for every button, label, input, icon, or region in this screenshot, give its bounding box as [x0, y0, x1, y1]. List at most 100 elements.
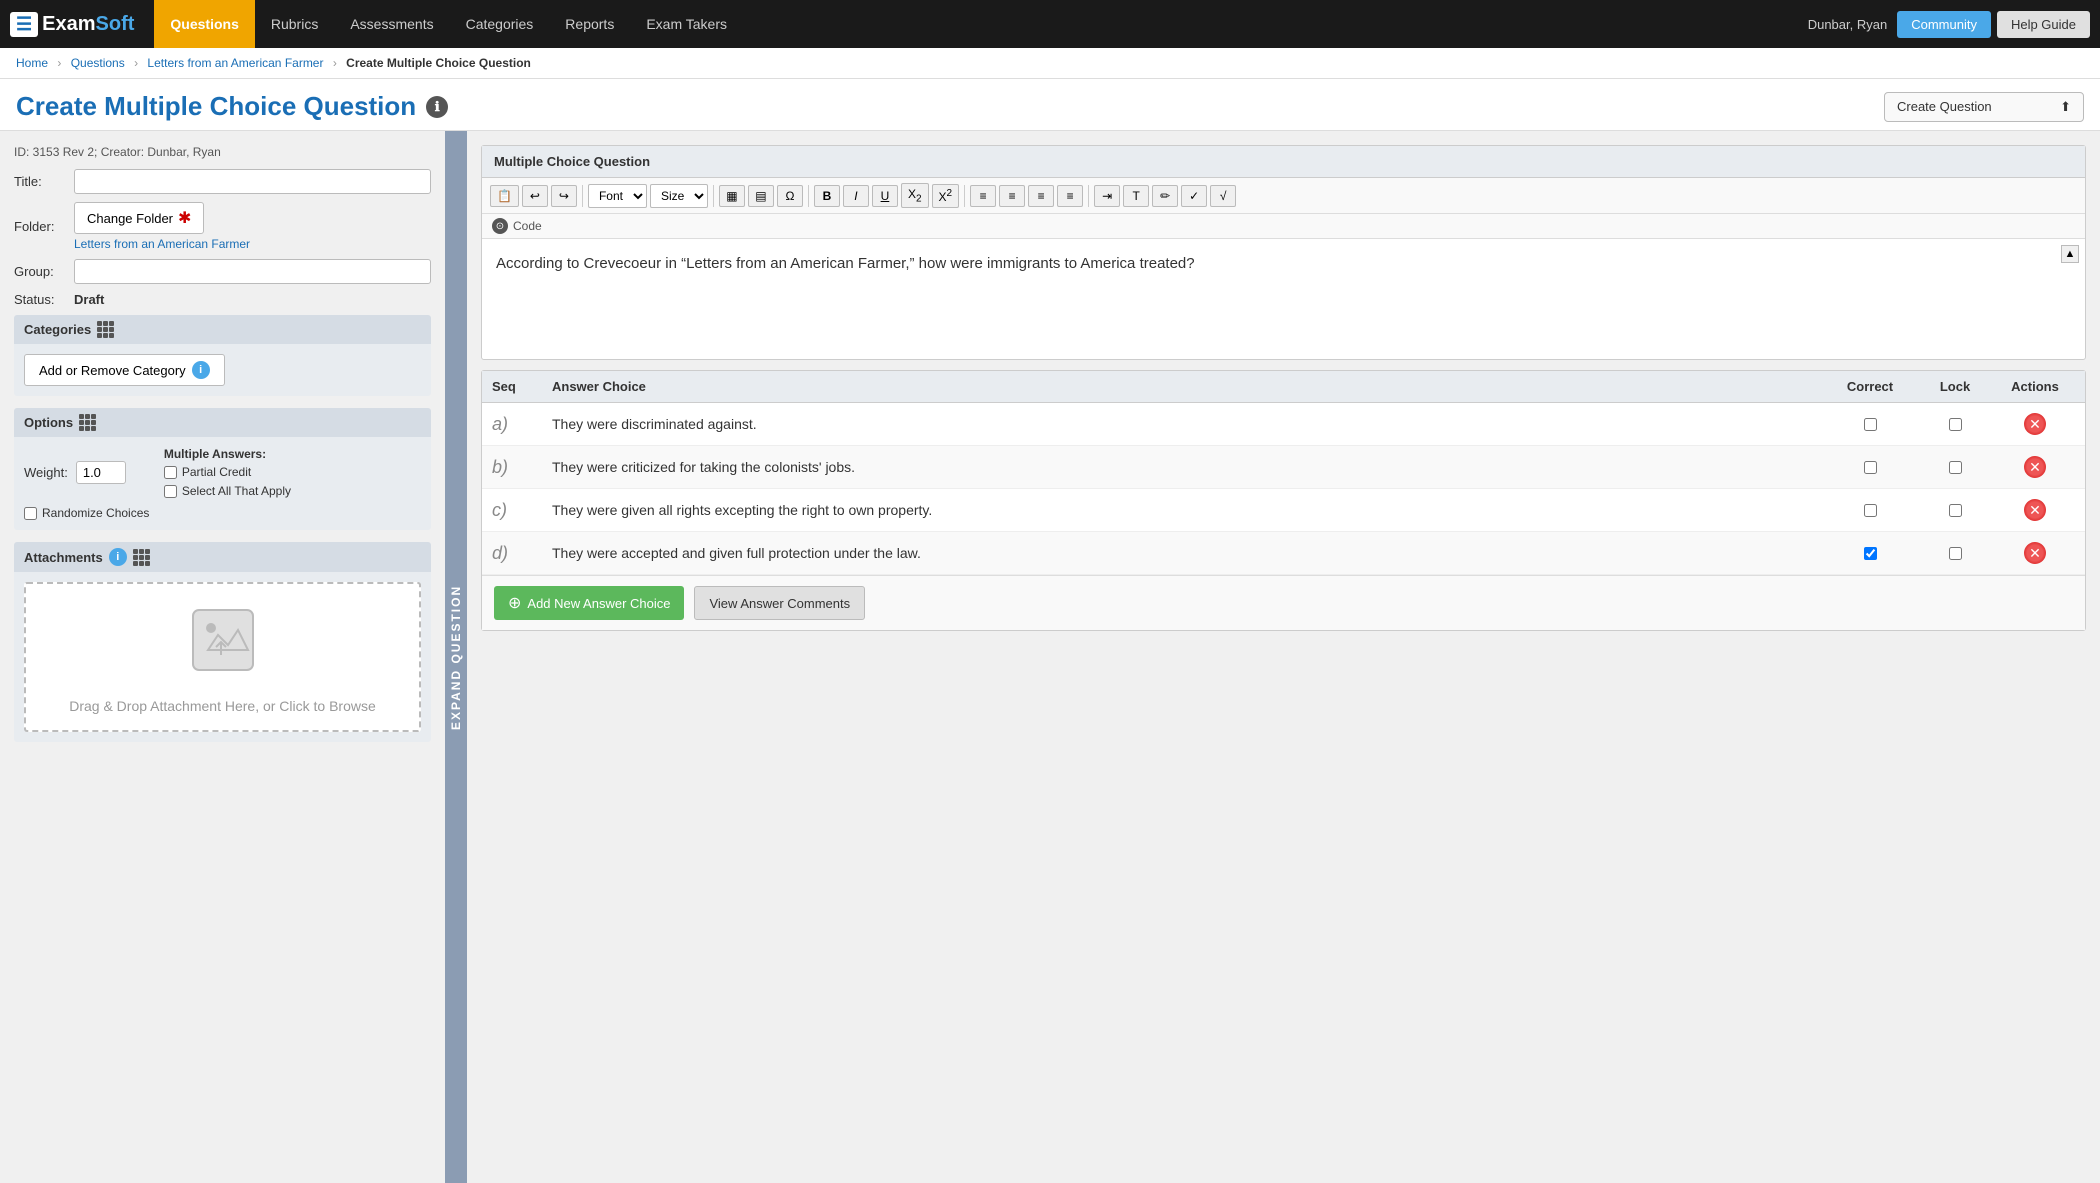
- categories-section: Categories Add or Remove Category i: [14, 315, 431, 396]
- select-all-row[interactable]: Select All That Apply: [164, 484, 291, 498]
- text-d: They were accepted and given full protec…: [552, 545, 1825, 561]
- required-asterisk: ✱: [178, 208, 191, 228]
- attachments-section: Attachments i: [14, 542, 431, 742]
- toolbar-undo-btn[interactable]: ↩: [522, 185, 548, 207]
- remove-btn-a[interactable]: ✕: [2024, 413, 2046, 435]
- change-folder-button[interactable]: Change Folder ✱: [74, 202, 204, 234]
- code-label: Code: [513, 219, 542, 233]
- folder-link[interactable]: Letters from an American Farmer: [74, 237, 250, 251]
- id-info: ID: 3153 Rev 2; Creator: Dunbar, Ryan: [14, 145, 431, 159]
- options-body: Weight: Multiple Answers: Partial Credit…: [14, 437, 431, 530]
- randomize-checkbox[interactable]: [24, 507, 37, 520]
- editor-scroll-btn[interactable]: ▲: [2061, 245, 2079, 263]
- toolbar-formula-btn[interactable]: √: [1210, 185, 1236, 207]
- nav-reports[interactable]: Reports: [549, 0, 630, 48]
- status-row: Status: Draft: [14, 292, 431, 307]
- expand-tab[interactable]: EXPAND QUESTION: [445, 131, 467, 1183]
- remove-btn-d[interactable]: ✕: [2024, 542, 2046, 564]
- add-answer-button[interactable]: ⊕ Add New Answer Choice: [494, 586, 684, 620]
- drop-zone[interactable]: Drag & Drop Attachment Here, or Click to…: [24, 582, 421, 732]
- breadcrumb-folder[interactable]: Letters from an American Farmer: [147, 56, 323, 70]
- text-c: They were given all rights excepting the…: [552, 502, 1825, 518]
- nav-exam-takers[interactable]: Exam Takers: [630, 0, 743, 48]
- toolbar-check-btn[interactable]: ✓: [1181, 185, 1207, 207]
- folder-label: Folder:: [14, 219, 74, 234]
- options-header: Options: [14, 408, 431, 437]
- view-comments-button[interactable]: View Answer Comments: [694, 586, 865, 620]
- lock-checkbox-a[interactable]: [1949, 418, 1962, 431]
- toolbar-erase-btn[interactable]: ✏: [1152, 185, 1178, 207]
- title-row: Title:: [14, 169, 431, 194]
- correct-d: [1825, 547, 1915, 560]
- group-input[interactable]: [74, 259, 431, 284]
- answer-row-b: b) They were criticized for taking the c…: [482, 446, 2085, 489]
- toolbar-left-btn[interactable]: ≡: [999, 185, 1025, 207]
- toolbar-copy-btn[interactable]: 📋: [490, 185, 519, 207]
- checkbox-group: Partial Credit Select All That Apply: [164, 465, 291, 498]
- toolbar-center-btn[interactable]: ≡: [1028, 185, 1054, 207]
- create-question-dropdown[interactable]: Create Question ⬆: [1884, 92, 2084, 122]
- randomize-row[interactable]: Randomize Choices: [24, 506, 421, 520]
- toolbar-color-btn[interactable]: T: [1123, 185, 1149, 207]
- lock-checkbox-b[interactable]: [1949, 461, 1962, 474]
- options-grid-icon: [79, 414, 96, 431]
- seq-a: a): [492, 414, 552, 435]
- lock-checkbox-c[interactable]: [1949, 504, 1962, 517]
- toolbar-table-btn[interactable]: ▦: [719, 185, 745, 207]
- left-panel: ID: 3153 Rev 2; Creator: Dunbar, Ryan Ti…: [0, 131, 445, 1183]
- page-info-icon[interactable]: ℹ: [426, 96, 448, 118]
- title-input[interactable]: [74, 169, 431, 194]
- size-select[interactable]: Size: [650, 184, 708, 208]
- breadcrumb-home[interactable]: Home: [16, 56, 48, 70]
- toolbar-ul-btn[interactable]: ≡: [970, 185, 996, 207]
- toolbar-sub-btn[interactable]: X2: [901, 183, 929, 208]
- answer-row-a: a) They were discriminated against. ✕: [482, 403, 2085, 446]
- drop-zone-icon: [183, 600, 263, 692]
- editor-content[interactable]: ▲ According to Crevecoeur in “Letters fr…: [482, 239, 2085, 359]
- partial-credit-row[interactable]: Partial Credit: [164, 465, 291, 479]
- correct-checkbox-d[interactable]: [1864, 547, 1877, 560]
- help-guide-button[interactable]: Help Guide: [1997, 11, 2090, 38]
- lock-c: [1915, 504, 1995, 517]
- remove-btn-b[interactable]: ✕: [2024, 456, 2046, 478]
- right-panel: Multiple Choice Question 📋 ↩ ↪ Font Size…: [467, 131, 2100, 1183]
- answer-row-d: d) They were accepted and given full pro…: [482, 532, 2085, 575]
- toolbar-indent-btn[interactable]: ⇥: [1094, 185, 1120, 207]
- correct-checkbox-a[interactable]: [1864, 418, 1877, 431]
- toolbar-underline-btn[interactable]: U: [872, 185, 898, 207]
- toolbar-right-btn[interactable]: ≡: [1057, 185, 1083, 207]
- toolbar-omega-btn[interactable]: Ω: [777, 185, 803, 207]
- folder-row: Folder: Change Folder ✱ Letters from an …: [14, 202, 431, 251]
- nav-assessments[interactable]: Assessments: [334, 0, 449, 48]
- toolbar-redo-btn[interactable]: ↪: [551, 185, 577, 207]
- logo-box: ☰: [10, 12, 38, 37]
- correct-checkbox-c[interactable]: [1864, 504, 1877, 517]
- remove-btn-c[interactable]: ✕: [2024, 499, 2046, 521]
- toolbar-bold-btn[interactable]: B: [814, 185, 840, 207]
- select-all-checkbox[interactable]: [164, 485, 177, 498]
- lock-checkbox-d[interactable]: [1949, 547, 1962, 560]
- weight-input[interactable]: [76, 461, 126, 484]
- dropdown-arrow-icon: ⬆: [2060, 99, 2071, 115]
- breadcrumb-current: Create Multiple Choice Question: [346, 56, 531, 70]
- nav-questions[interactable]: Questions: [154, 0, 254, 48]
- toolbar-italic-btn[interactable]: I: [843, 185, 869, 207]
- col-lock: Lock: [1915, 379, 1995, 394]
- editor-toolbar: 📋 ↩ ↪ Font Size ▦ ▤ Ω B I U X2 X2: [482, 178, 2085, 214]
- breadcrumb-questions[interactable]: Questions: [71, 56, 125, 70]
- toolbar-sup-btn[interactable]: X2: [932, 184, 960, 208]
- logo: ☰ ExamSoft: [10, 12, 134, 37]
- add-remove-category-button[interactable]: Add or Remove Category i: [24, 354, 225, 386]
- correct-checkbox-b[interactable]: [1864, 461, 1877, 474]
- category-info-icon: i: [192, 361, 210, 379]
- text-b: They were criticized for taking the colo…: [552, 459, 1825, 475]
- breadcrumb: Home › Questions › Letters from an Ameri…: [0, 48, 2100, 79]
- nav-categories[interactable]: Categories: [450, 0, 550, 48]
- toolbar-table2-btn[interactable]: ▤: [748, 185, 774, 207]
- nav-rubrics[interactable]: Rubrics: [255, 0, 334, 48]
- partial-credit-checkbox[interactable]: [164, 466, 177, 479]
- font-select[interactable]: Font: [588, 184, 647, 208]
- community-button[interactable]: Community: [1897, 11, 1991, 38]
- group-row: Group:: [14, 259, 431, 284]
- correct-b: [1825, 461, 1915, 474]
